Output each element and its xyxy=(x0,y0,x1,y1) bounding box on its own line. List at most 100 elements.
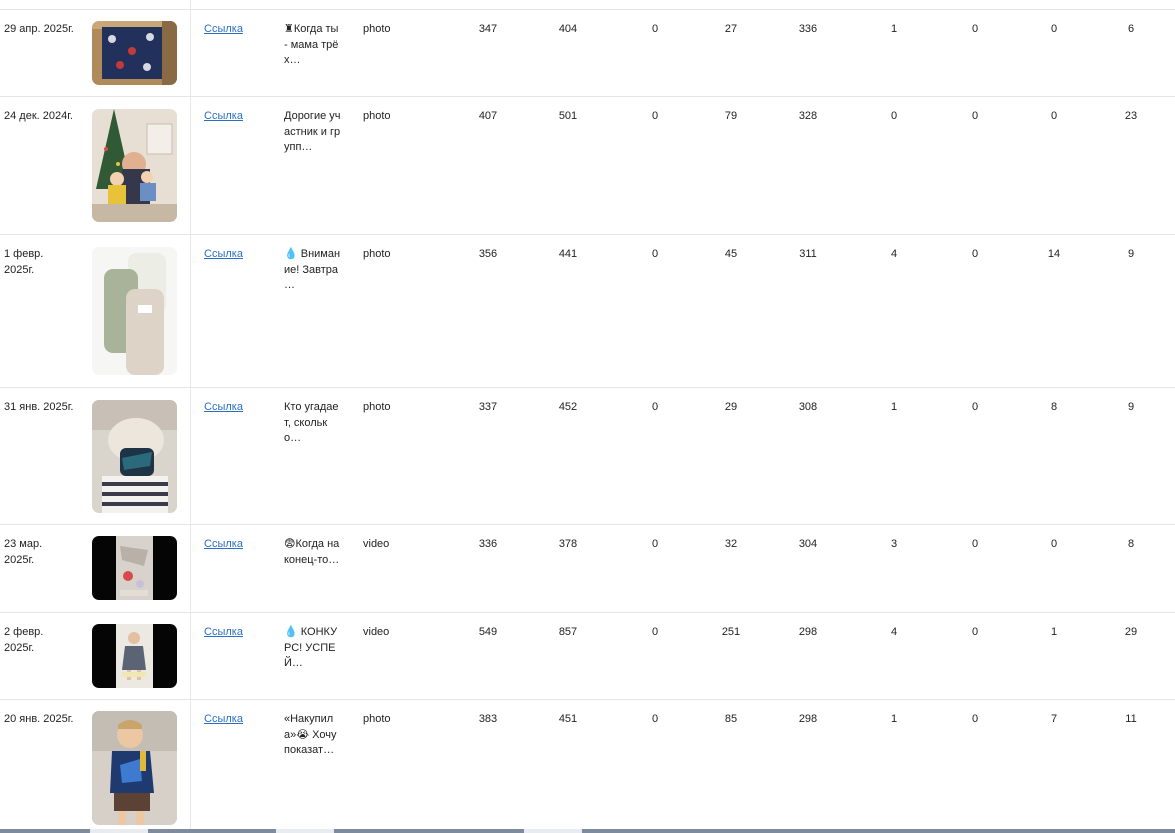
post-text: 💧 Внимание! Завтра … xyxy=(284,248,341,291)
metric-1: 549 xyxy=(478,626,498,638)
metric-4: 251 xyxy=(721,626,741,638)
post-link[interactable]: Ссылка xyxy=(204,247,243,263)
taskbar-tab[interactable] xyxy=(276,829,334,833)
metric-4: 27 xyxy=(724,23,738,35)
metric-7: 0 xyxy=(971,248,979,260)
metric-8: 1 xyxy=(1050,626,1058,638)
metric-4: 32 xyxy=(724,538,738,550)
post-date: 2 февр. 2025г. xyxy=(4,626,44,654)
metric-8: 0 xyxy=(1050,23,1058,35)
metric-9: 8 xyxy=(1127,538,1135,550)
post-type: photo xyxy=(363,248,391,260)
post-link[interactable]: Ссылка xyxy=(204,109,243,125)
metric-3: 0 xyxy=(651,401,659,413)
table-row: 24 дек. 2024г. Ссылка Дорогие участник и… xyxy=(0,97,1175,235)
metric-1: 356 xyxy=(478,248,498,260)
post-text: Кто угадает, сколько… xyxy=(284,401,339,444)
metric-9: 23 xyxy=(1124,110,1138,122)
post-thumbnail[interactable] xyxy=(92,624,177,688)
metric-5: 298 xyxy=(798,626,818,638)
post-type: video xyxy=(363,626,390,638)
metric-1: 336 xyxy=(478,538,498,550)
metric-8: 7 xyxy=(1050,713,1058,725)
metric-7: 0 xyxy=(971,538,979,550)
metric-7: 0 xyxy=(971,401,979,413)
metric-9: 9 xyxy=(1127,401,1135,413)
metric-2: 452 xyxy=(558,401,578,413)
metric-6: 1 xyxy=(890,401,898,413)
metric-5: 311 xyxy=(799,248,817,260)
metric-2: 501 xyxy=(558,110,578,122)
post-link[interactable]: Ссылка xyxy=(204,537,243,553)
metric-1: 383 xyxy=(478,713,498,725)
post-link[interactable]: Ссылка xyxy=(204,400,243,416)
metric-6: 1 xyxy=(890,23,898,35)
metric-6: 3 xyxy=(890,538,898,550)
metric-5: 298 xyxy=(798,713,818,725)
metric-8: 14 xyxy=(1047,248,1061,260)
metric-9: 6 xyxy=(1127,23,1135,35)
post-type: photo xyxy=(363,110,391,122)
post-date: 23 мар. 2025г. xyxy=(4,538,43,566)
post-thumbnail[interactable] xyxy=(92,247,177,375)
metric-4: 45 xyxy=(724,248,738,260)
metric-6: 4 xyxy=(890,248,898,260)
metric-7: 0 xyxy=(971,110,979,122)
metric-3: 0 xyxy=(651,713,659,725)
metric-9: 9 xyxy=(1127,248,1135,260)
metric-2: 404 xyxy=(558,23,578,35)
metric-6: 4 xyxy=(890,626,898,638)
post-type: photo xyxy=(363,401,391,413)
taskbar-strip xyxy=(0,829,1175,833)
table-row: 23 мар. 2025г. Ссылка 😨Когда наконец-то…… xyxy=(0,525,1175,613)
post-date: 1 февр. 2025г. xyxy=(4,248,44,276)
metric-2: 451 xyxy=(558,713,578,725)
post-text: Дорогие участник и групп… xyxy=(284,110,341,153)
metric-5: 328 xyxy=(798,110,818,122)
metric-3: 0 xyxy=(651,248,659,260)
taskbar-tab[interactable] xyxy=(90,829,148,833)
post-date: 29 апр. 2025г. xyxy=(4,23,74,35)
metric-1: 407 xyxy=(478,110,498,122)
metric-2: 378 xyxy=(558,538,578,550)
metric-7: 0 xyxy=(971,626,979,638)
table-row: 2 февр. 2025г. Ссылка 💧 КОНКУРС! УСПЕЙ… … xyxy=(0,613,1175,700)
table-row: 31 янв. 2025г. Ссылка Кто угадает, сколь… xyxy=(0,388,1175,525)
post-link[interactable]: Ссылка xyxy=(204,712,243,728)
post-link[interactable]: Ссылка xyxy=(204,625,243,641)
taskbar-tab[interactable] xyxy=(524,829,582,833)
metric-8: 0 xyxy=(1050,538,1058,550)
metric-5: 308 xyxy=(798,401,818,413)
post-date: 20 янв. 2025г. xyxy=(4,713,74,725)
metric-7: 0 xyxy=(971,713,979,725)
metric-7: 0 xyxy=(971,23,979,35)
metric-2: 857 xyxy=(558,626,578,638)
post-date: 31 янв. 2025г. xyxy=(4,401,74,413)
metric-3: 0 xyxy=(651,626,659,638)
metric-9: 11 xyxy=(1125,713,1137,725)
metric-4: 29 xyxy=(724,401,738,413)
table-row: 1 февр. 2025г. Ссылка 💧 Внимание! Завтра… xyxy=(0,235,1175,388)
post-text: 💧 КОНКУРС! УСПЕЙ… xyxy=(284,626,338,669)
post-text: 😨Когда наконец-то… xyxy=(284,538,340,566)
post-thumbnail[interactable] xyxy=(92,711,177,825)
post-date: 24 дек. 2024г. xyxy=(4,110,73,122)
metric-3: 0 xyxy=(651,23,659,35)
metric-1: 337 xyxy=(478,401,498,413)
post-thumbnail[interactable] xyxy=(92,400,177,513)
post-thumbnail[interactable] xyxy=(92,109,177,222)
metric-6: 0 xyxy=(890,110,898,122)
metric-3: 0 xyxy=(651,110,659,122)
metric-9: 29 xyxy=(1124,626,1138,638)
post-link[interactable]: Ссылка xyxy=(204,22,243,38)
post-text: «Накупила»😭 Хочу показат… xyxy=(284,713,337,756)
metric-5: 336 xyxy=(798,23,818,35)
post-type: photo xyxy=(363,713,391,725)
post-text: ♜Когда ты - мама трёх… xyxy=(284,23,339,66)
metric-3: 0 xyxy=(651,538,659,550)
post-thumbnail[interactable] xyxy=(92,536,177,600)
posts-table: 29 апр. 2025г. Ссылка ♜Когда ты - мама т… xyxy=(0,0,1175,829)
metric-4: 85 xyxy=(724,713,738,725)
post-thumbnail[interactable] xyxy=(92,21,177,85)
table-row: 29 апр. 2025г. Ссылка ♜Когда ты - мама т… xyxy=(0,10,1175,97)
